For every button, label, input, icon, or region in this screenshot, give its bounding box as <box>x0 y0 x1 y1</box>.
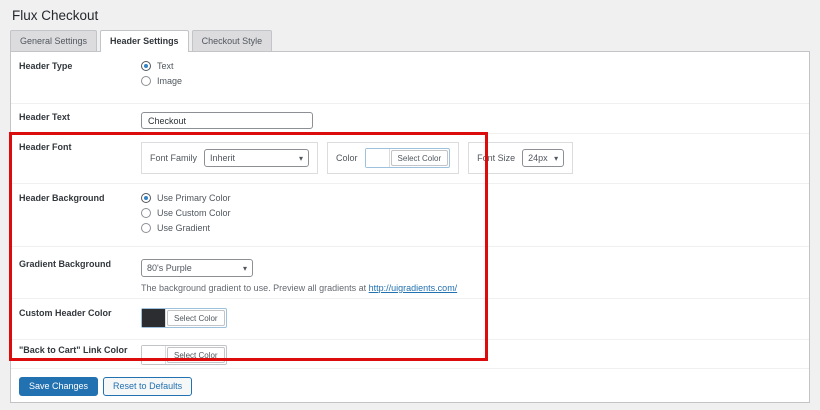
radio-use-custom-color[interactable]: Use Custom Color <box>141 208 809 218</box>
gradient-background-label: Gradient Background <box>19 259 112 269</box>
tab-header-settings[interactable]: Header Settings <box>100 30 189 52</box>
radio-icon[interactable] <box>141 193 151 203</box>
color-swatch <box>365 149 390 167</box>
header-background-label: Header Background <box>19 193 105 203</box>
custom-header-color-label: Custom Header Color <box>19 308 112 318</box>
settings-panel: Header Type Text Image Header Text Heade… <box>10 51 810 403</box>
row-custom-header-color: Custom Header Color Select Color <box>11 299 809 340</box>
gradient-description: The background gradient to use. Preview … <box>141 283 809 293</box>
radio-label: Image <box>157 76 183 86</box>
select-color-button[interactable]: Select Color <box>390 150 449 166</box>
font-color-group: Color Select Color <box>327 142 460 174</box>
font-color-picker-button[interactable]: Select Color <box>364 148 451 168</box>
gradient-description-text: The background gradient to use. Preview … <box>141 283 369 293</box>
back-to-cart-color-picker-button[interactable]: Select Color <box>141 345 227 365</box>
header-font-label: Header Font <box>19 142 72 152</box>
font-size-group: Font Size 24px ▾ <box>468 142 574 174</box>
page-title: Flux Checkout <box>12 8 99 23</box>
reset-to-defaults-button[interactable]: Reset to Defaults <box>103 377 193 396</box>
row-header-type: Header Type Text Image <box>11 52 809 104</box>
font-size-select[interactable]: 24px ▾ <box>522 149 565 167</box>
header-text-label: Header Text <box>19 112 70 122</box>
font-family-select[interactable]: Inherit ▾ <box>204 149 310 167</box>
radio-icon[interactable] <box>141 223 151 233</box>
radio-icon[interactable] <box>141 76 151 86</box>
header-text-input[interactable] <box>141 112 313 129</box>
admin-page: Flux Checkout General Settings Header Se… <box>0 0 820 410</box>
font-color-label: Color <box>336 153 358 163</box>
font-family-group: Font Family Inherit ▾ <box>141 142 319 174</box>
gradient-value: 80's Purple <box>147 263 192 273</box>
submit-row: Save Changes Reset to Defaults <box>11 369 809 402</box>
radio-label: Text <box>157 61 174 71</box>
row-header-background: Header Background Use Primary Color Use … <box>11 184 809 247</box>
header-font-controls: Font Family Inherit ▾ Color Select Color <box>141 142 809 174</box>
tab-checkout-style[interactable]: Checkout Style <box>191 30 273 51</box>
row-header-text: Header Text <box>11 104 809 134</box>
radio-label: Use Custom Color <box>157 208 231 218</box>
font-size-label: Font Size <box>477 153 516 163</box>
radio-icon[interactable] <box>141 61 151 71</box>
font-size-value: 24px <box>528 153 548 163</box>
radio-use-gradient[interactable]: Use Gradient <box>141 223 809 233</box>
tab-general-settings[interactable]: General Settings <box>10 30 98 51</box>
select-color-button[interactable]: Select Color <box>167 347 225 363</box>
gradient-select[interactable]: 80's Purple ▾ <box>141 259 253 277</box>
uigradients-link[interactable]: http://uigradients.com/ <box>369 283 458 293</box>
font-family-value: Inherit <box>210 153 236 163</box>
chevron-down-icon: ▾ <box>299 153 304 163</box>
row-gradient-background: Gradient Background 80's Purple ▾ The ba… <box>11 247 809 299</box>
chevron-down-icon: ▾ <box>554 153 559 163</box>
settings-tab-bar: General Settings Header Settings Checkou… <box>10 30 810 52</box>
select-color-button[interactable]: Select Color <box>167 310 225 326</box>
save-changes-button[interactable]: Save Changes <box>19 377 99 396</box>
header-type-label: Header Type <box>19 61 73 71</box>
header-background-options: Use Primary Color Use Custom Color Use G… <box>141 193 809 246</box>
color-swatch <box>142 346 166 364</box>
custom-header-color-picker-button[interactable]: Select Color <box>141 308 227 328</box>
font-family-label: Font Family <box>150 153 198 163</box>
back-to-cart-link-color-label: "Back to Cart" Link Color <box>19 345 128 355</box>
color-swatch <box>142 309 166 327</box>
row-back-to-cart-link-color: "Back to Cart" Link Color Select Color <box>11 340 809 369</box>
radio-label: Use Gradient <box>157 223 211 233</box>
row-header-font: Header Font Font Family Inherit ▾ Color <box>11 134 809 184</box>
header-type-options: Text Image <box>141 61 809 103</box>
radio-header-type-image[interactable]: Image <box>141 76 809 86</box>
radio-header-type-text[interactable]: Text <box>141 61 809 71</box>
radio-icon[interactable] <box>141 208 151 218</box>
radio-use-primary-color[interactable]: Use Primary Color <box>141 193 809 203</box>
radio-label: Use Primary Color <box>157 193 231 203</box>
chevron-down-icon: ▾ <box>242 263 247 273</box>
